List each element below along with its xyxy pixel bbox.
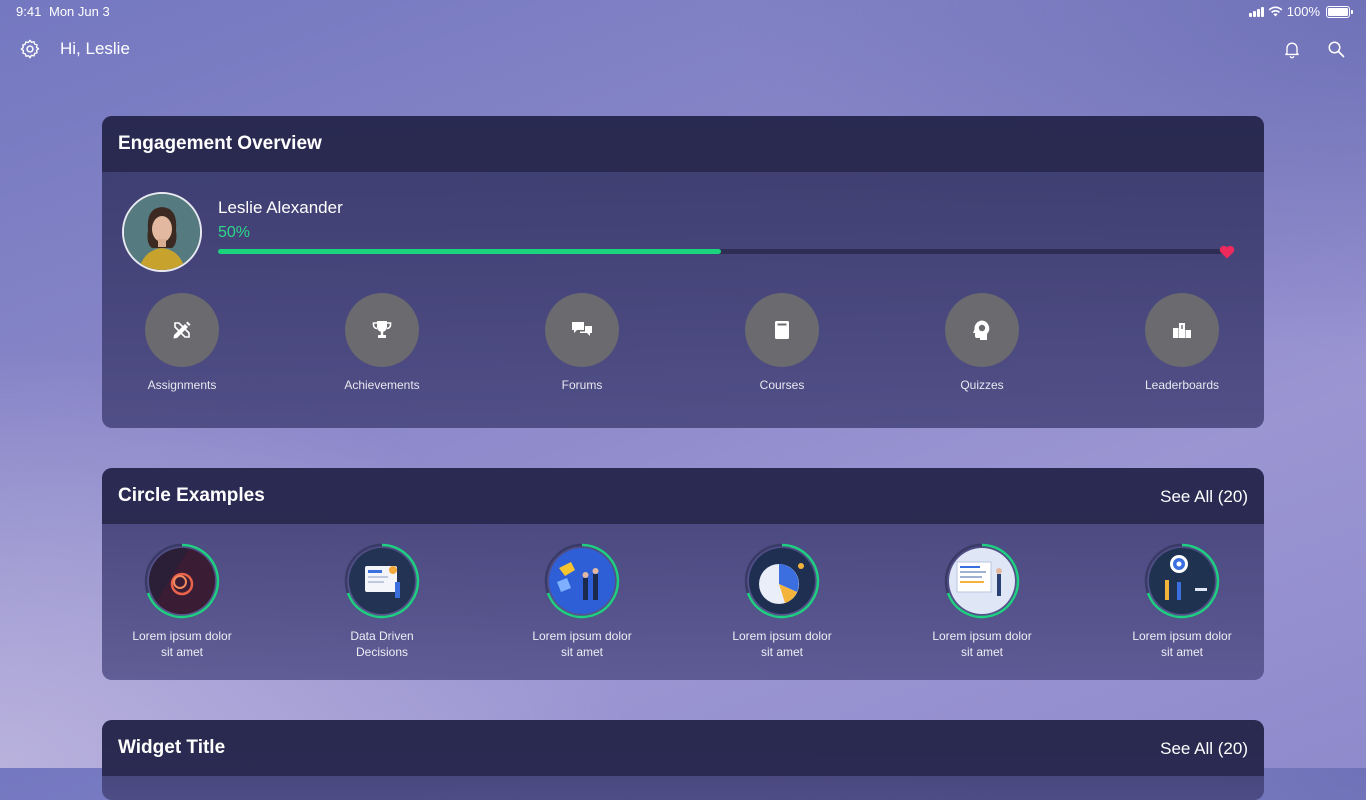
circle-label: Lorem ipsum dolor sit amet	[732, 629, 832, 659]
card-title: Circle Examples	[118, 485, 265, 506]
book-icon	[775, 321, 789, 339]
circle-item[interactable]: Lorem ipsum dolor sit amet	[902, 543, 1062, 660]
chat-bubbles-icon	[572, 322, 592, 336]
podium-icon	[1173, 323, 1191, 338]
nav-circle	[745, 293, 819, 367]
nav-courses[interactable]: Courses	[702, 293, 862, 392]
wifi-icon	[1268, 6, 1283, 17]
circle-item[interactable]: Lorem ipsum dolor sit amet	[502, 543, 662, 660]
pencil-ruler-icon	[173, 321, 191, 339]
engagement-overview-card: Engagement Overview Leslie Alexander 50%…	[102, 116, 1264, 428]
circle-label: Lorem ipsum dolor sit amet	[1132, 629, 1232, 659]
status-time: 9:41	[16, 4, 42, 19]
circle-label: Data Driven Decisions	[350, 629, 414, 659]
circle-label: Lorem ipsum dolor sit amet	[932, 629, 1032, 659]
circle-thumbnail	[344, 543, 420, 619]
progress-bar	[218, 249, 1224, 254]
trophy-icon	[372, 321, 392, 338]
settings-gear-icon[interactable]	[19, 38, 41, 60]
card-title: Engagement Overview	[118, 133, 322, 154]
circle-examples-card: Circle Examples See All (20) Lorem ipsum…	[102, 468, 1264, 680]
circle-label: Lorem ipsum dolor sit amet	[132, 629, 232, 659]
see-all-link[interactable]: See All (20)	[1160, 487, 1248, 507]
battery-percent: 100%	[1286, 4, 1320, 19]
nav-quizzes[interactable]: Quizzes	[902, 293, 1062, 392]
greeting-text: Hi, Leslie	[60, 39, 130, 58]
nav-label: Quizzes	[960, 378, 1004, 392]
circle-item[interactable]: Lorem ipsum dolor sit amet	[1102, 543, 1262, 660]
cellular-signal-icon	[1248, 6, 1264, 17]
nav-circle	[145, 293, 219, 367]
user-name: Leslie Alexander	[218, 198, 343, 217]
notifications-bell-icon[interactable]	[1282, 39, 1302, 59]
card-header: Circle Examples See All (20)	[102, 468, 1264, 524]
circle-thumbnail	[144, 543, 220, 619]
status-bar: 9:41 Mon Jun 3 100%	[0, 0, 1366, 24]
progress-bar-fill	[218, 249, 721, 254]
circle-thumbnail	[1144, 543, 1220, 619]
card-title: Widget Title	[118, 737, 226, 758]
nav-assignments[interactable]: Assignments	[102, 293, 262, 392]
circle-thumbnail	[544, 543, 620, 619]
nav-circle	[545, 293, 619, 367]
nav-circle	[1145, 293, 1219, 367]
avatar[interactable]	[122, 192, 202, 272]
card-header: Engagement Overview	[102, 116, 1264, 172]
nav-forums[interactable]: Forums	[502, 293, 662, 392]
see-all-link[interactable]: See All (20)	[1160, 739, 1248, 759]
circle-thumbnail	[944, 543, 1020, 619]
battery-icon	[1326, 5, 1353, 18]
progress-percent: 50%	[218, 224, 251, 241]
nav-label: Assignments	[147, 378, 217, 392]
nav-label: Courses	[759, 378, 805, 392]
status-date: Mon Jun 3	[49, 4, 110, 19]
circle-item[interactable]: Data Driven Decisions	[302, 543, 462, 660]
nav-label: Leaderboards	[1144, 378, 1220, 392]
circle-item[interactable]: Lorem ipsum dolor sit amet	[102, 543, 262, 660]
circle-label: Lorem ipsum dolor sit amet	[532, 629, 632, 659]
circle-thumbnail	[744, 543, 820, 619]
nav-label: Achievements	[344, 378, 420, 392]
nav-leaderboards[interactable]: Leaderboards	[1102, 293, 1262, 392]
circle-item[interactable]: Lorem ipsum dolor sit amet	[702, 543, 862, 660]
widget-card: Widget Title See All (20)	[102, 720, 1264, 800]
nav-achievements[interactable]: Achievements	[302, 293, 462, 392]
status-indicators: 100%	[1248, 4, 1353, 19]
heart-icon	[1219, 245, 1235, 259]
nav-circle	[945, 293, 1019, 367]
search-icon[interactable]	[1327, 40, 1345, 58]
nav-circle	[345, 293, 419, 367]
brain-head-icon	[973, 320, 990, 340]
nav-label: Forums	[561, 378, 603, 392]
